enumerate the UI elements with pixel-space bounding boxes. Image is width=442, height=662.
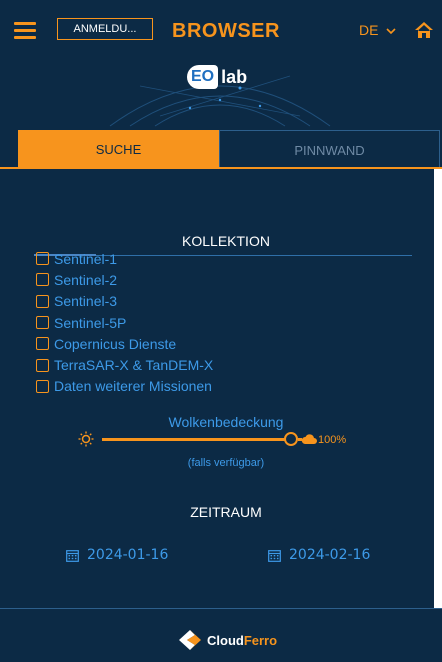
cloudferro-logo: CloudFerro — [177, 629, 277, 651]
collection-title: KOLLEKTION — [182, 233, 270, 249]
collection-item-sentinel-5p[interactable]: Sentinel-5P — [36, 312, 336, 333]
language-select[interactable]: DE — [359, 22, 396, 38]
sun-icon — [78, 431, 94, 447]
collection-item-copernicus[interactable]: Copernicus Dienste — [36, 333, 336, 354]
search-panel: KOLLEKTION Sentinel-1 Sentinel-2 Sentine… — [18, 169, 434, 608]
scrollbar[interactable] — [434, 169, 442, 608]
menu-icon[interactable] — [14, 22, 36, 40]
time-range-title: ZEITRAUM — [190, 504, 262, 520]
eolab-logo: EO lab — [187, 64, 247, 90]
cloud-cover-slider-track[interactable] — [102, 438, 288, 441]
checkbox[interactable] — [36, 316, 49, 330]
collection-item-label: Daten weiterer Missionen — [54, 378, 212, 395]
logo-badge: EO — [187, 65, 219, 89]
checkbox[interactable] — [36, 294, 49, 308]
cloud-icon — [301, 434, 317, 444]
cloud-cover-slider-thumb[interactable] — [284, 432, 298, 446]
footer: CloudFerro — [0, 608, 442, 662]
cloud-cover-title: Wolkenbedeckung — [168, 414, 284, 430]
home-icon[interactable] — [414, 20, 434, 40]
app-title: BROWSER — [172, 20, 280, 42]
tab-bar: SUCHE PINNWAND — [18, 130, 442, 167]
logo-banner: EO lab — [0, 56, 442, 128]
tab-search[interactable]: SUCHE — [18, 130, 219, 167]
cloud-cover-note: (falls verfügbar) — [187, 457, 265, 469]
collection-item-sentinel-1[interactable]: Sentinel-1 — [36, 248, 336, 269]
calendar-icon — [268, 549, 281, 562]
collection-item-label: Copernicus Dienste — [54, 335, 177, 352]
collection-item-sentinel-2[interactable]: Sentinel-2 — [36, 269, 336, 290]
end-date-value: 2024-02-16 — [289, 547, 371, 563]
chevron-down-icon — [386, 28, 396, 34]
cloud-cover-value: 100% — [318, 434, 347, 446]
checkbox[interactable] — [36, 252, 49, 266]
cloudferro-logo-mark — [179, 630, 201, 650]
collection-item-terrasar[interactable]: TerraSAR-X & TanDEM-X — [36, 354, 336, 375]
brand-part-ferro: Ferro — [243, 632, 278, 648]
start-date-value: 2024-01-16 — [87, 547, 169, 563]
collection-item-label: Sentinel-1 — [54, 250, 118, 267]
collection-item-label: TerraSAR-X & TanDEM-X — [54, 357, 214, 374]
end-date-field[interactable]: 2024-02-16 — [268, 547, 370, 563]
login-button[interactable]: ANMELDU... — [57, 18, 153, 40]
collection-item-other-missions[interactable]: Daten weiterer Missionen — [36, 376, 336, 397]
checkbox[interactable] — [36, 337, 49, 351]
top-bar: ANMELDU... BROWSER DE — [0, 0, 442, 56]
brand-part-cloud: Cloud — [207, 632, 244, 648]
checkbox[interactable] — [36, 273, 49, 287]
collection-item-label: Sentinel-3 — [54, 293, 118, 310]
collection-item-sentinel-3[interactable]: Sentinel-3 — [36, 291, 336, 312]
language-label: DE — [359, 22, 379, 38]
logo-word: lab — [221, 66, 248, 87]
checkbox[interactable] — [36, 379, 49, 393]
collection-item-label: Sentinel-5P — [54, 314, 127, 331]
collection-item-label: Sentinel-2 — [54, 271, 118, 288]
tab-pinboard[interactable]: PINNWAND — [219, 130, 440, 167]
checkbox[interactable] — [36, 358, 49, 372]
collection-list: Sentinel-1 Sentinel-2 Sentinel-3 Sentine… — [36, 248, 336, 397]
calendar-icon — [66, 549, 79, 562]
start-date-field[interactable]: 2024-01-16 — [66, 547, 168, 563]
